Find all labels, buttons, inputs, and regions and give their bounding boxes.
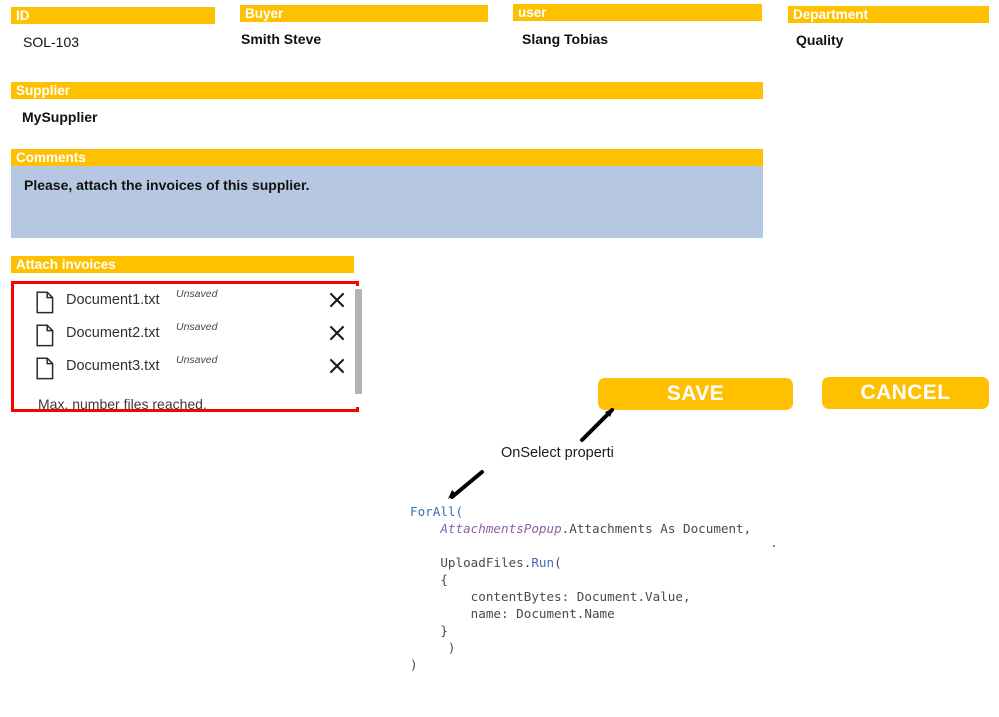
- field-buyer: Buyer Smith Steve: [240, 5, 488, 47]
- code-line: ForAll(: [410, 503, 751, 520]
- attachment-status: Unsaved: [176, 288, 218, 300]
- document-icon: [36, 291, 54, 314]
- list-item[interactable]: Document2.txt Unsaved: [14, 320, 356, 352]
- code-token: UploadFiles.: [410, 555, 532, 570]
- close-icon[interactable]: [327, 290, 347, 310]
- field-supplier: Supplier MySupplier: [11, 82, 763, 125]
- list-item[interactable]: Document1.txt Unsaved: [14, 287, 356, 319]
- code-line: AttachmentsPopup.Attachments As Document…: [410, 520, 751, 537]
- code-token: (: [554, 555, 562, 570]
- annotation-arrow-to-code: [450, 470, 484, 499]
- attachment-file-name: Document2.txt: [66, 325, 160, 341]
- attachment-status: Unsaved: [176, 321, 218, 333]
- attachment-list: Document1.txt Unsaved Document2.txt Unsa…: [11, 281, 364, 412]
- code-token: Run: [531, 555, 555, 570]
- field-department: Department Quality: [788, 6, 989, 48]
- field-user: user Slang Tobias: [513, 4, 762, 47]
- field-buyer-label: Buyer: [240, 5, 488, 22]
- code-line: ): [410, 639, 751, 656]
- code-token: AttachmentsPopup: [440, 521, 562, 536]
- field-buyer-value: Smith Steve: [241, 31, 322, 47]
- annotation-arrowhead-code: [448, 490, 456, 499]
- field-id: ID SOL-103: [11, 7, 215, 50]
- attachment-status: Unsaved: [176, 354, 218, 366]
- comments-section: Comments Please, attach the invoices of …: [11, 149, 763, 238]
- code-line: ): [410, 656, 751, 673]
- field-department-label: Department: [788, 6, 989, 23]
- comments-label: Comments: [11, 149, 763, 166]
- attachment-list-scrollbar-thumb[interactable]: [355, 289, 362, 394]
- attachment-file-name: Document3.txt: [66, 358, 160, 374]
- code-block: ForAll( AttachmentsPopup.Attachments As …: [410, 503, 751, 673]
- code-line: contentBytes: Document.Value,: [410, 588, 751, 605]
- attachment-file-name: Document1.txt: [66, 292, 160, 308]
- field-user-value: Slang Tobias: [522, 31, 609, 47]
- attach-invoices-section: Attach invoices Document1.txt Unsaved Do…: [11, 256, 364, 412]
- cancel-button[interactable]: CANCEL: [822, 377, 989, 409]
- max-files-message: Max. number files reached.: [38, 396, 207, 412]
- code-token: name: Document.Name: [410, 606, 615, 621]
- comments-textbox[interactable]: Please, attach the invoices of this supp…: [11, 166, 763, 238]
- stray-dot: [773, 545, 775, 547]
- code-token: contentBytes: Document.Value,: [410, 589, 691, 604]
- document-icon: [36, 357, 54, 380]
- code-line: name: Document.Name: [410, 605, 751, 622]
- code-token: .Attachments As Document,: [561, 521, 752, 536]
- field-supplier-value: MySupplier: [22, 109, 98, 125]
- code-token: ): [410, 640, 456, 655]
- annotation-label: OnSelect properti: [501, 445, 614, 461]
- code-token: ): [410, 657, 418, 672]
- code-token: {: [410, 572, 448, 587]
- close-icon[interactable]: [327, 323, 347, 343]
- field-supplier-label: Supplier: [11, 82, 763, 99]
- code-token: }: [410, 623, 448, 638]
- attach-invoices-label: Attach invoices: [11, 256, 354, 273]
- code-line: UploadFiles.Run(: [410, 554, 751, 571]
- list-item[interactable]: Document3.txt Unsaved: [14, 353, 356, 385]
- field-id-value: SOL-103: [23, 34, 80, 50]
- close-icon[interactable]: [327, 356, 347, 376]
- code-line: {: [410, 571, 751, 588]
- document-icon: [36, 324, 54, 347]
- field-id-label: ID: [11, 7, 215, 24]
- save-button[interactable]: SAVE: [598, 378, 793, 410]
- annotation-arrow-to-save: [580, 408, 614, 442]
- code-token: ForAll(: [410, 504, 464, 519]
- comments-text: Please, attach the invoices of this supp…: [24, 177, 310, 193]
- field-department-value: Quality: [796, 32, 844, 48]
- code-line: }: [410, 622, 751, 639]
- field-user-label: user: [513, 4, 762, 21]
